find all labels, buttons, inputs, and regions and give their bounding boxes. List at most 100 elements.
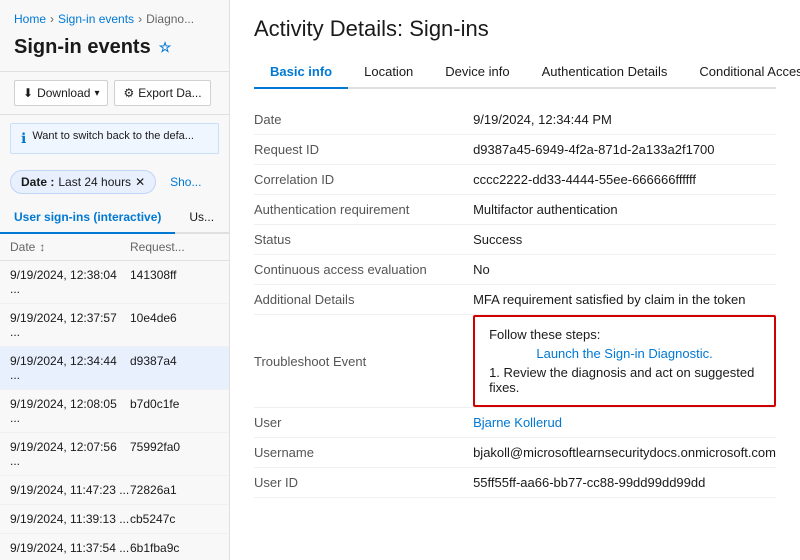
- cell-date: 9/19/2024, 12:37:57 ...: [10, 311, 130, 339]
- detail-row: Continuous access evaluation No: [254, 255, 776, 285]
- field-value: Multifactor authentication: [473, 195, 776, 225]
- detail-tabs: Basic infoLocationDevice infoAuthenticat…: [254, 56, 776, 89]
- detail-row: Status Success: [254, 225, 776, 255]
- field-link[interactable]: Bjarne Kollerud: [473, 415, 562, 430]
- date-filter-tag[interactable]: Date : Last 24 hours ✕: [10, 170, 156, 194]
- table-row[interactable]: 9/19/2024, 12:08:05 ... b7d0c1fe: [0, 390, 229, 433]
- tab-interactive-signin[interactable]: User sign-ins (interactive): [0, 202, 175, 234]
- chevron-down-icon: ▾: [94, 88, 99, 99]
- detail-row: User Bjarne Kollerud: [254, 408, 776, 438]
- detail-row: Date 9/19/2024, 12:34:44 PM: [254, 105, 776, 135]
- right-panel: Activity Details: Sign-ins Basic infoLoc…: [230, 0, 800, 560]
- cell-req: 10e4de6: [130, 311, 219, 339]
- cell-req: 72826a1: [130, 483, 219, 497]
- troubleshoot-label: Troubleshoot Event: [254, 315, 473, 408]
- field-value: Success: [473, 225, 776, 255]
- cell-date: 9/19/2024, 11:39:13 ...: [10, 512, 130, 526]
- filter-row: Date : Last 24 hours ✕ Sho...: [0, 162, 229, 202]
- breadcrumb-signin[interactable]: Sign-in events: [58, 12, 134, 26]
- detail-row: User ID 55ff55ff-aa66-bb77-cc88-99dd99dd…: [254, 468, 776, 498]
- page-title-text: Sign-in events: [14, 36, 151, 59]
- detail-row: Username bjakoll@microsoftlearnsecurityd…: [254, 438, 776, 468]
- show-button[interactable]: Sho...: [162, 171, 209, 193]
- troubleshoot-note: 1. Review the diagnosis and act on sugge…: [489, 365, 760, 395]
- table-row[interactable]: 9/19/2024, 11:39:13 ... cb5247c: [0, 505, 229, 534]
- field-value: d9387a45-6949-4f2a-871d-2a133a2f1700: [473, 135, 776, 165]
- field-label: Status: [254, 225, 473, 255]
- field-value: Bjarne Kollerud: [473, 408, 776, 438]
- field-label: Date: [254, 105, 473, 135]
- cell-req: 75992fa0: [130, 440, 219, 468]
- field-label: User: [254, 408, 473, 438]
- close-icon[interactable]: ✕: [135, 175, 145, 189]
- download-label: Download: [37, 86, 90, 100]
- cell-date: 9/19/2024, 12:38:04 ...: [10, 268, 130, 296]
- field-label: Correlation ID: [254, 165, 473, 195]
- field-value: 55ff55ff-aa66-bb77-cc88-99dd99dd99dd: [473, 468, 776, 498]
- download-button[interactable]: ⬇ Download ▾: [14, 80, 108, 106]
- cell-req: b7d0c1fe: [130, 397, 219, 425]
- table-header: Date ↕ Request...: [0, 234, 229, 261]
- export-label: Export Da...: [138, 86, 201, 100]
- col-date-label: Date: [10, 240, 35, 254]
- filter-prefix: Date :: [21, 175, 54, 189]
- detail-tab-conditional-access[interactable]: Conditional Access: [683, 56, 800, 87]
- cell-date: 9/19/2024, 12:08:05 ...: [10, 397, 130, 425]
- cell-req: cb5247c: [130, 512, 219, 526]
- field-value: bjakoll@microsoftlearnsecuritydocs.onmic…: [473, 438, 776, 468]
- filter-value: Last 24 hours: [58, 175, 131, 189]
- detail-tab-authentication-details[interactable]: Authentication Details: [526, 56, 684, 87]
- detail-tab-basic-info[interactable]: Basic info: [254, 56, 348, 89]
- breadcrumb: Home › Sign-in events › Diagno...: [0, 0, 229, 34]
- left-tabs: User sign-ins (interactive) Us...: [0, 202, 229, 234]
- col-req-header: Request...: [130, 240, 219, 254]
- table-row[interactable]: 9/19/2024, 11:47:23 ... 72826a1: [0, 476, 229, 505]
- col-date-header[interactable]: Date ↕: [10, 240, 130, 254]
- detail-tab-location[interactable]: Location: [348, 56, 429, 87]
- gear-icon: ⚙: [123, 86, 134, 100]
- table-row[interactable]: 9/19/2024, 12:38:04 ... 141308ff: [0, 261, 229, 304]
- detail-tab-device-info[interactable]: Device info: [429, 56, 525, 87]
- breadcrumb-current: Diagno...: [146, 12, 194, 26]
- troubleshoot-follow-text: Follow these steps:: [489, 327, 760, 342]
- table-row[interactable]: 9/19/2024, 11:37:54 ... 6b1fba9c: [0, 534, 229, 560]
- download-icon: ⬇: [23, 86, 33, 100]
- detail-row: Correlation ID cccc2222-dd33-4444-55ee-6…: [254, 165, 776, 195]
- table-row[interactable]: 9/19/2024, 12:07:56 ... 75992fa0: [0, 433, 229, 476]
- table-body: 9/19/2024, 12:38:04 ... 141308ff 9/19/20…: [0, 261, 229, 560]
- field-label: Request ID: [254, 135, 473, 165]
- launch-diagnostic-link[interactable]: Launch the Sign-in Diagnostic.: [489, 346, 760, 361]
- info-banner: ℹ Want to switch back to the defa...: [10, 123, 219, 154]
- cell-req: 141308ff: [130, 268, 219, 296]
- table-row[interactable]: 9/19/2024, 12:37:57 ... 10e4de6: [0, 304, 229, 347]
- cell-date: 9/19/2024, 11:37:54 ...: [10, 541, 130, 555]
- troubleshoot-content: Follow these steps: Launch the Sign-in D…: [473, 315, 776, 408]
- left-panel: Home › Sign-in events › Diagno... Sign-i…: [0, 0, 230, 560]
- tab-other-signin[interactable]: Us...: [175, 202, 228, 232]
- cell-date: 9/19/2024, 12:07:56 ...: [10, 440, 130, 468]
- breadcrumb-home[interactable]: Home: [14, 12, 46, 26]
- page-title: Sign-in events ☆: [0, 34, 229, 71]
- table-row[interactable]: 9/19/2024, 12:34:44 ... d9387a4: [0, 347, 229, 390]
- field-label: Username: [254, 438, 473, 468]
- pin-icon[interactable]: ☆: [159, 39, 172, 56]
- detail-row: Request ID d9387a45-6949-4f2a-871d-2a133…: [254, 135, 776, 165]
- field-value: cccc2222-dd33-4444-55ee-666666ffffff: [473, 165, 776, 195]
- detail-row: Additional Details MFA requirement satis…: [254, 285, 776, 315]
- field-value: No: [473, 255, 776, 285]
- toolbar: ⬇ Download ▾ ⚙ Export Da...: [0, 71, 229, 115]
- cell-date: 9/19/2024, 11:47:23 ...: [10, 483, 130, 497]
- field-label: User ID: [254, 468, 473, 498]
- detail-table: Date 9/19/2024, 12:34:44 PM Request ID d…: [254, 105, 776, 498]
- export-button[interactable]: ⚙ Export Da...: [114, 80, 210, 106]
- detail-row: Authentication requirement Multifactor a…: [254, 195, 776, 225]
- troubleshoot-row: Troubleshoot Event Follow these steps: L…: [254, 315, 776, 408]
- cell-req: 6b1fba9c: [130, 541, 219, 555]
- field-label: Continuous access evaluation: [254, 255, 473, 285]
- detail-title: Activity Details: Sign-ins: [254, 16, 776, 42]
- field-value: 9/19/2024, 12:34:44 PM: [473, 105, 776, 135]
- field-value: MFA requirement satisfied by claim in th…: [473, 285, 776, 315]
- breadcrumb-sep1: ›: [50, 12, 54, 26]
- field-label: Additional Details: [254, 285, 473, 315]
- cell-req: d9387a4: [130, 354, 219, 382]
